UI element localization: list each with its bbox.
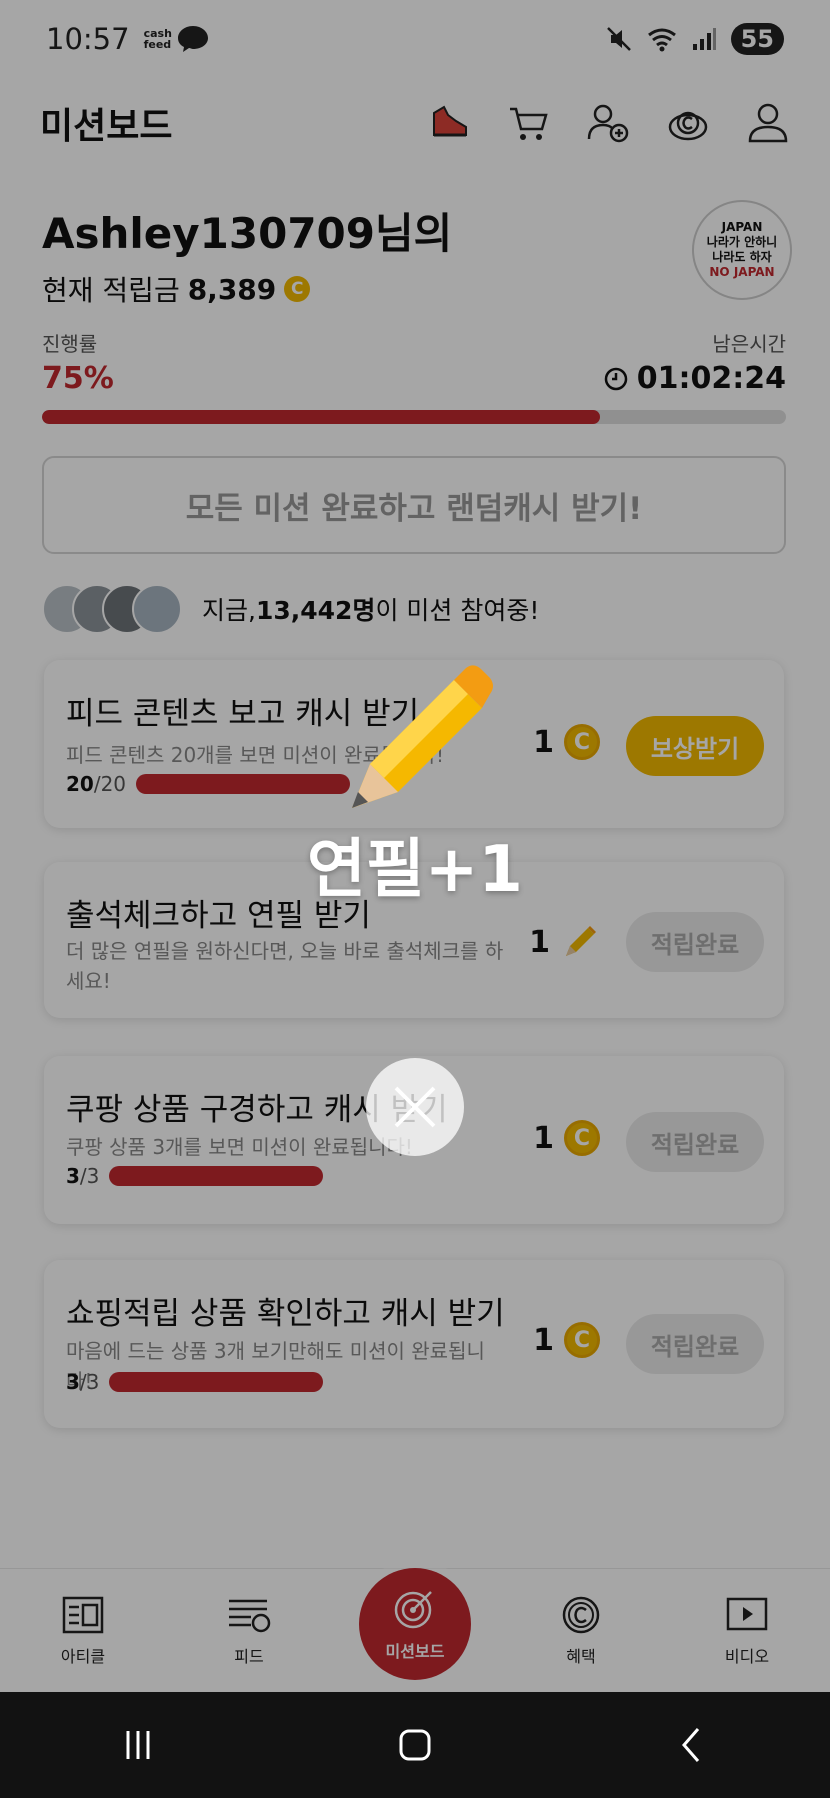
back-icon[interactable]	[670, 1723, 714, 1767]
close-button[interactable]	[366, 1058, 464, 1156]
modal-backdrop[interactable]	[0, 0, 830, 1692]
system-navigation-bar	[0, 1692, 830, 1798]
recent-apps-icon[interactable]	[116, 1723, 160, 1767]
close-icon	[394, 1086, 436, 1128]
home-icon[interactable]	[393, 1723, 437, 1767]
